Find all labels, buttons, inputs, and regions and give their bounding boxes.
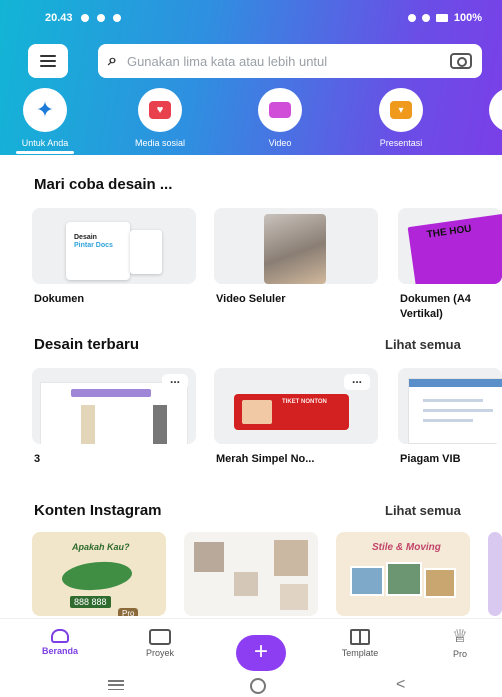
system-home-icon[interactable] xyxy=(250,678,266,694)
category-social-media[interactable]: ♥ Media sosial xyxy=(115,88,205,148)
message-icon xyxy=(112,14,121,22)
signal-icon xyxy=(421,14,430,22)
camera-icon[interactable] xyxy=(450,53,472,69)
home-icon xyxy=(51,629,69,643)
sparkle-icon: ✦ xyxy=(35,97,55,122)
category-video[interactable]: Video xyxy=(235,88,325,148)
nav-templates[interactable]: Template xyxy=(320,623,400,658)
recent-apps-icon[interactable] xyxy=(108,680,124,690)
design-card-document[interactable]: Desain Pintar Docs xyxy=(32,208,196,284)
design-caption: Dokumen xyxy=(34,293,85,305)
hamburger-icon xyxy=(40,55,56,67)
recent-caption: Piagam VIB xyxy=(400,453,461,465)
clock: 20.43 xyxy=(45,12,73,24)
video-icon xyxy=(269,102,291,118)
design-card-mobile-video[interactable] xyxy=(214,208,378,284)
recent-card[interactable]: ... xyxy=(32,368,196,444)
more-options-icon[interactable]: ... xyxy=(344,373,370,390)
status-bar: 20.43 100% xyxy=(0,8,502,30)
recent-card[interactable]: TIKET NONTON ... xyxy=(214,368,378,444)
search-input[interactable]: ⌕ Gunakan lima kata atau lebih untul xyxy=(98,44,482,78)
recent-see-all-link[interactable]: Lihat semua xyxy=(385,337,461,352)
bottom-navigation: Beranda Proyek + Template ♕ Pro xyxy=(0,618,502,676)
presentation-icon: ▾ xyxy=(390,101,412,119)
try-design-title: Mari coba desain ... xyxy=(34,176,173,193)
heart-icon: ♥ xyxy=(149,101,171,119)
battery-icon xyxy=(435,14,448,22)
menu-button[interactable] xyxy=(28,44,68,78)
category-more[interactable]: C xyxy=(466,88,502,148)
recent-caption: 3 xyxy=(34,453,41,465)
system-back-icon[interactable]: < xyxy=(396,676,405,694)
instagram-template-card-partial[interactable] xyxy=(488,532,502,616)
design-card-a4-document[interactable]: THE HOU xyxy=(398,208,502,284)
design-caption: Dokumen (A4 Vertikal) xyxy=(400,293,471,320)
recent-designs-title: Desain terbaru xyxy=(34,336,140,353)
magic-search-icon: ⌕ xyxy=(108,52,117,69)
folder-icon xyxy=(149,629,171,645)
system-navigation-bar: < xyxy=(0,676,502,697)
nav-projects[interactable]: Proyek xyxy=(120,623,200,658)
category-presentation[interactable]: ▾ Presentasi xyxy=(356,88,446,148)
design-caption: Video Seluler xyxy=(216,293,286,305)
instagram-content-title: Konten Instagram xyxy=(34,502,162,519)
nav-home[interactable]: Beranda xyxy=(20,623,100,656)
active-tab-indicator xyxy=(16,151,74,154)
search-placeholder: Gunakan lima kata atau lebih untul xyxy=(126,53,328,69)
create-button[interactable]: + xyxy=(236,635,286,671)
nav-pro[interactable]: ♕ Pro xyxy=(420,623,500,659)
instagram-template-card[interactable] xyxy=(184,532,318,616)
header-banner: 20.43 100% ⌕ Gunakan lima kata atau lebi… xyxy=(0,0,502,155)
pro-badge: Pro xyxy=(118,608,139,616)
category-bar: ✦ Untuk Anda ♥ Media sosial Video ▾ Pres… xyxy=(0,88,502,154)
more-options-icon[interactable]: ... xyxy=(162,373,188,390)
instagram-see-all-link[interactable]: Lihat semua xyxy=(385,503,461,518)
video-thumbnail xyxy=(264,214,326,284)
category-for-you[interactable]: ✦ Untuk Anda xyxy=(0,88,90,154)
crown-icon: ♕ xyxy=(451,626,469,646)
instagram-template-card[interactable]: Stile & Moving xyxy=(336,532,470,616)
send-icon xyxy=(96,14,105,22)
battery-level: 100% xyxy=(453,12,482,24)
template-icon xyxy=(350,629,370,645)
recent-caption: Merah Simpel No... xyxy=(216,453,315,465)
wifi-icon xyxy=(407,14,416,22)
notification-icon xyxy=(80,14,89,22)
recent-card[interactable] xyxy=(398,368,502,444)
instagram-template-card[interactable]: Apakah Kau? 888 888 Pro xyxy=(32,532,166,616)
